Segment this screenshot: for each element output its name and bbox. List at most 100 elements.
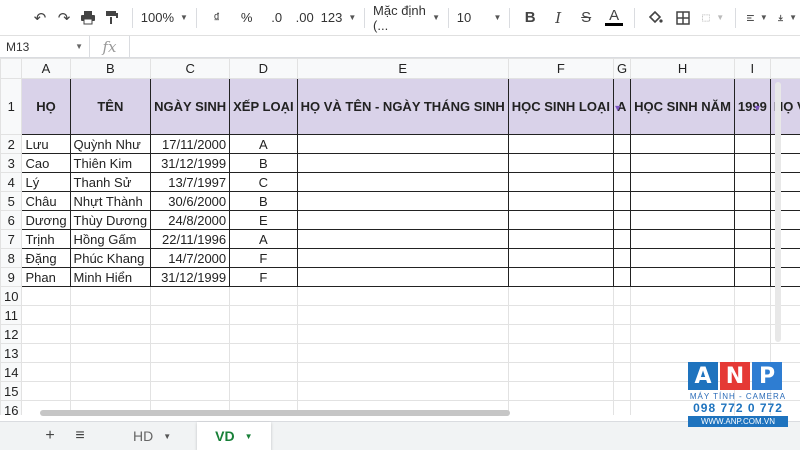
table-cell[interactable] (296, 134, 509, 154)
table-cell[interactable] (733, 153, 771, 173)
table-cell[interactable] (69, 362, 152, 382)
table-cell[interactable] (630, 343, 735, 363)
table-cell[interactable] (733, 267, 771, 287)
table-cell[interactable] (507, 343, 615, 363)
table-cell[interactable] (507, 305, 615, 325)
table-cell-ho[interactable]: Châu (21, 191, 71, 211)
table-cell-ten[interactable]: Thanh Sử (69, 172, 152, 192)
table-cell[interactable] (630, 267, 735, 287)
table-cell[interactable] (69, 286, 152, 306)
table-cell[interactable] (229, 362, 298, 382)
table-cell-ho[interactable]: Lưu (21, 134, 71, 154)
column-header-h[interactable]: H (630, 58, 735, 79)
table-cell[interactable] (507, 267, 615, 287)
table-cell-ten[interactable]: Hồng Gấm (69, 229, 152, 249)
table-cell[interactable] (612, 153, 632, 173)
table-cell[interactable] (507, 134, 615, 154)
table-cell[interactable] (296, 229, 509, 249)
decrease-decimal-button[interactable]: .0 (265, 4, 289, 32)
header-cell-ho-ten-ngay[interactable]: HỌ VÀ TÊN - NGÀY THÁNG SINH (296, 78, 509, 135)
table-cell[interactable] (612, 267, 632, 287)
row-header[interactable]: 10 (0, 286, 23, 306)
table-cell-xep-loai[interactable]: B (229, 191, 298, 211)
table-cell[interactable] (612, 286, 632, 306)
table-cell[interactable] (21, 381, 71, 401)
table-cell[interactable] (296, 324, 509, 344)
table-cell[interactable] (612, 134, 632, 154)
percent-format-button[interactable]: % (235, 4, 259, 32)
row-header[interactable]: 2 (0, 134, 23, 154)
table-cell[interactable] (733, 286, 771, 306)
table-cell[interactable] (507, 362, 615, 382)
table-cell[interactable] (630, 229, 735, 249)
column-header-a[interactable]: A (21, 58, 71, 79)
table-cell[interactable] (21, 286, 71, 306)
table-cell[interactable] (507, 229, 615, 249)
column-header-f[interactable]: F (507, 58, 615, 79)
print-icon[interactable] (76, 4, 100, 32)
redo-icon[interactable]: ↷ (52, 4, 76, 32)
table-cell-ho[interactable]: Dương (21, 210, 71, 230)
table-cell-xep-loai[interactable]: C (229, 172, 298, 192)
table-cell[interactable] (21, 324, 71, 344)
name-box[interactable]: M13 ▼ (0, 35, 90, 58)
table-cell[interactable] (296, 343, 509, 363)
table-cell[interactable] (69, 324, 152, 344)
table-cell-ten[interactable]: Nhựt Thành (69, 191, 152, 211)
table-cell[interactable] (296, 248, 509, 268)
table-cell-ten[interactable]: Thiên Kim (69, 153, 152, 173)
table-cell[interactable] (296, 286, 509, 306)
header-cell-hoc-sinh-nam[interactable]: HỌC SINH NĂM (630, 78, 735, 135)
table-cell[interactable] (229, 324, 298, 344)
table-cell[interactable] (733, 343, 771, 363)
text-color-button[interactable]: A (602, 4, 626, 32)
row-header[interactable]: 1 (0, 78, 23, 135)
table-cell[interactable] (630, 305, 735, 325)
font-select[interactable]: Mặc định (... ▼ (373, 3, 440, 33)
table-cell[interactable] (507, 286, 615, 306)
table-cell-ngay-sinh[interactable]: 31/12/1999 (150, 267, 231, 287)
row-header[interactable]: 16 (0, 400, 23, 415)
row-header[interactable]: 8 (0, 248, 23, 268)
paint-format-icon[interactable] (100, 4, 124, 32)
table-cell[interactable] (733, 229, 771, 249)
table-cell[interactable] (150, 305, 231, 325)
sheet-tab-hd[interactable]: HD ▼ (115, 422, 189, 450)
column-header-c[interactable]: C (150, 58, 231, 79)
horizontal-align-icon[interactable]: ▼ (744, 4, 771, 32)
formula-input[interactable] (130, 36, 800, 58)
table-cell-ngay-sinh[interactable]: 17/11/2000 (150, 134, 231, 154)
table-cell-ho[interactable]: Cao (21, 153, 71, 173)
table-cell[interactable] (612, 343, 632, 363)
row-header[interactable]: 4 (0, 172, 23, 192)
table-cell[interactable] (630, 324, 735, 344)
table-cell[interactable] (733, 210, 771, 230)
header-cell-ho[interactable]: HỌ (21, 78, 71, 135)
table-cell[interactable] (612, 362, 632, 382)
table-cell-xep-loai[interactable]: E (229, 210, 298, 230)
increase-decimal-button[interactable]: .00 (293, 4, 317, 32)
table-cell[interactable] (612, 172, 632, 192)
header-cell-ngay-sinh[interactable]: NGÀY SINH (150, 78, 231, 135)
table-cell[interactable] (630, 191, 735, 211)
vertical-scrollbar[interactable] (775, 82, 781, 342)
table-cell[interactable] (296, 210, 509, 230)
column-header-i[interactable]: I (733, 58, 771, 79)
table-cell[interactable] (630, 172, 735, 192)
table-cell[interactable] (507, 172, 615, 192)
column-header-g[interactable]: G (612, 58, 632, 79)
table-cell[interactable] (733, 134, 771, 154)
column-header-j[interactable]: J (769, 58, 800, 79)
table-cell[interactable] (612, 248, 632, 268)
table-cell-ho[interactable]: Phan (21, 267, 71, 287)
table-cell-ten[interactable]: Thùy Dương (69, 210, 152, 230)
table-cell[interactable] (612, 381, 632, 401)
row-header[interactable]: 12 (0, 324, 23, 344)
table-cell[interactable] (21, 305, 71, 325)
table-cell[interactable] (612, 191, 632, 211)
table-cell[interactable] (612, 400, 632, 415)
table-cell-ngay-sinh[interactable]: 14/7/2000 (150, 248, 231, 268)
table-cell-xep-loai[interactable]: A (229, 134, 298, 154)
table-cell-xep-loai[interactable]: F (229, 267, 298, 287)
all-sheets-icon[interactable]: ≡ (65, 427, 95, 445)
